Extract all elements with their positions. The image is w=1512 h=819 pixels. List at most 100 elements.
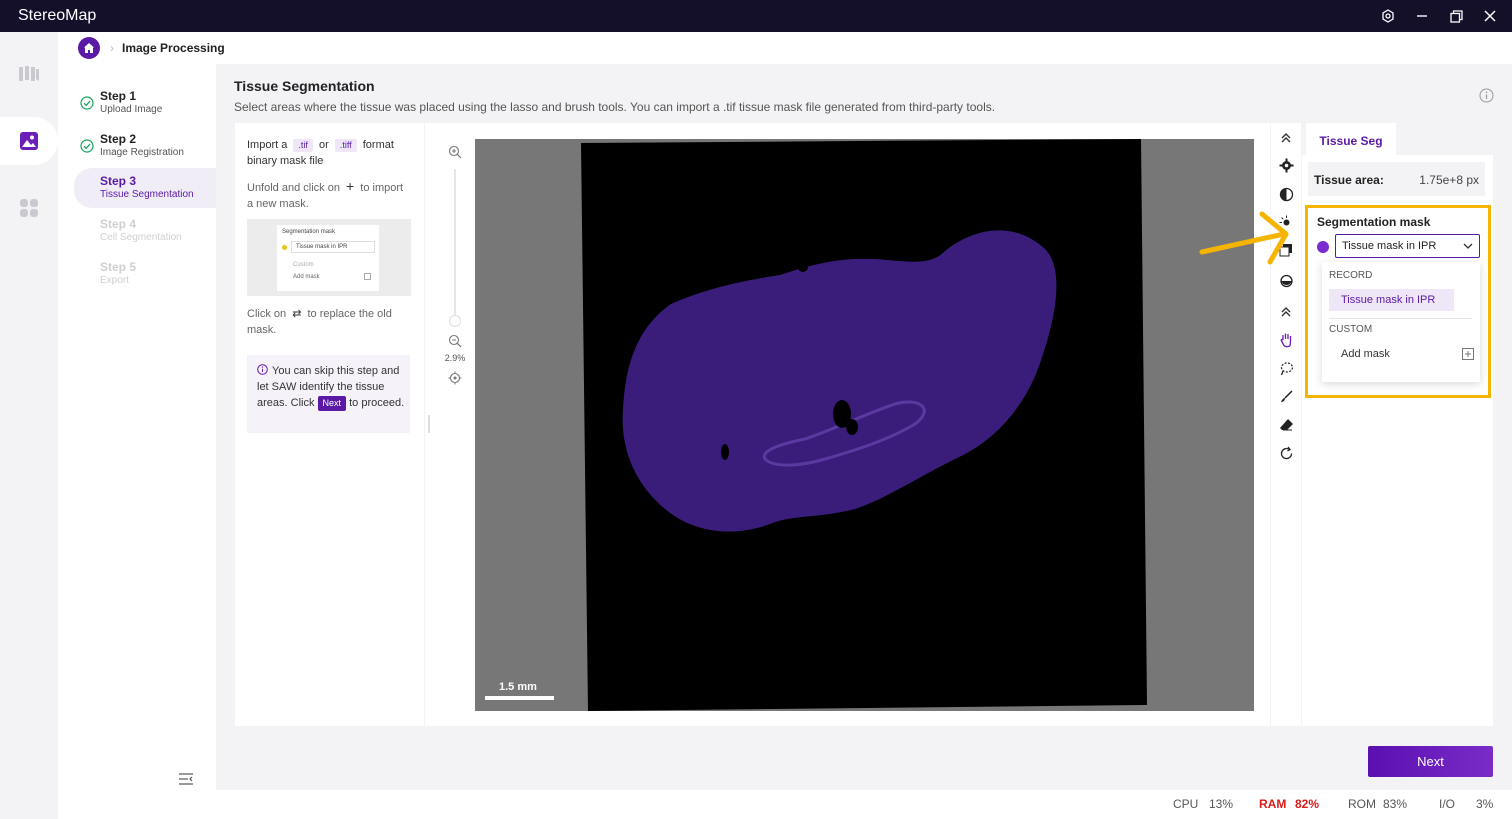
dropdown-divider: [1329, 318, 1472, 319]
step-title: Step 2: [100, 132, 137, 146]
minimize-icon[interactable]: [1414, 8, 1430, 24]
info-icon[interactable]: [1479, 88, 1494, 103]
title-bar: StereoMap: [0, 0, 1512, 32]
breadcrumb: › Image Processing: [58, 32, 1512, 64]
recenter-icon[interactable]: [448, 371, 462, 385]
reset-icon[interactable]: [1277, 444, 1295, 462]
page-title: Tissue Segmentation: [234, 78, 375, 94]
record-section-label: RECORD: [1329, 270, 1373, 281]
mini-add-icon: [364, 273, 371, 280]
rail-image-processing-icon[interactable]: [0, 117, 58, 165]
step-5: Step 5 Export: [74, 257, 216, 295]
contrast-icon[interactable]: [1277, 185, 1295, 203]
pan-hand-icon[interactable]: [1277, 331, 1295, 349]
step-1[interactable]: Step 1 Upload Image: [74, 86, 216, 124]
mask-color-dot[interactable]: [1317, 241, 1329, 253]
step-4: Step 4 Cell Segmentation: [74, 214, 216, 252]
mask-select-value: Tissue mask in IPR: [1342, 240, 1437, 252]
lasso-icon[interactable]: [1277, 359, 1295, 377]
settings-gear-icon[interactable]: [1277, 156, 1295, 174]
mask-select[interactable]: Tissue mask in IPR: [1335, 234, 1480, 258]
replace-line2: mask.: [247, 324, 277, 336]
collapse-up-icon-2[interactable]: [1277, 303, 1295, 321]
breadcrumb-separator: ›: [110, 41, 114, 55]
tip-text: You can skip this step and let SAW ident…: [257, 363, 405, 411]
cpu-value: 13%: [1209, 797, 1234, 811]
tissue-area-label: Tissue area:: [1314, 173, 1384, 187]
left-rail: [0, 32, 58, 819]
mini-dot: [282, 245, 287, 250]
binary-line: binary mask file: [247, 155, 324, 167]
zoom-level: 2.9%: [444, 353, 466, 363]
io-value: 3%: [1476, 797, 1494, 811]
zoom-slider-handle[interactable]: [449, 315, 461, 327]
add-mask-option[interactable]: Add mask: [1341, 348, 1390, 360]
scale-bar: [485, 696, 554, 700]
mini-custom: Custom: [293, 262, 314, 268]
zoom-in-icon[interactable]: [448, 145, 462, 159]
step-subtitle: Image Registration: [100, 147, 184, 158]
add-mask-icon[interactable]: [1462, 348, 1474, 360]
rail-apps-icon[interactable]: [0, 184, 58, 232]
tif-tag: .tif: [293, 139, 313, 152]
tab-bar: Tissue Seg: [1302, 123, 1493, 155]
rom-value: 83%: [1383, 797, 1408, 811]
unfold-line2: a new mask.: [247, 198, 309, 210]
zoom-out-icon[interactable]: [448, 334, 462, 348]
settings-icon[interactable]: [1380, 8, 1396, 24]
app-title: StereoMap: [18, 7, 97, 24]
mask-dropdown: RECORD Tissue mask in IPR CUSTOM Add mas…: [1322, 262, 1480, 382]
page-description: Select areas where the tissue was placed…: [234, 100, 996, 114]
status-bar: CPU 13% RAM 82% ROM 83% I/O 3%: [58, 790, 1512, 819]
replace-suffix: to replace the old: [307, 308, 392, 320]
restore-icon[interactable]: [1448, 8, 1464, 24]
segmentation-mask-title: Segmentation mask: [1317, 215, 1431, 229]
replace-instruction: Click on ⇄ to replace the old mask.: [247, 306, 415, 338]
home-icon[interactable]: [78, 37, 100, 59]
mask-option-record[interactable]: Tissue mask in IPR: [1329, 289, 1454, 311]
next-button[interactable]: Next: [1368, 746, 1493, 777]
collapse-up-icon[interactable]: [1277, 129, 1295, 147]
ram-label: RAM: [1259, 797, 1287, 811]
import-prefix: Import a: [247, 139, 288, 151]
zoom-slider-track[interactable]: [454, 169, 456, 319]
check-circle-icon: [80, 96, 94, 110]
step-title: Step 1: [100, 89, 137, 103]
close-icon[interactable]: [1482, 8, 1498, 24]
step-subtitle: Upload Image: [100, 104, 163, 115]
cpu-label: CPU: [1173, 797, 1199, 811]
step-3[interactable]: Step 3 Tissue Segmentation: [74, 168, 216, 208]
collapse-sidebar-icon[interactable]: [178, 772, 194, 786]
tip-next-chip: Next: [317, 396, 347, 411]
mini-add: Add mask: [293, 274, 320, 280]
unfold-prefix: Unfold and click on: [247, 182, 340, 194]
check-circle-icon: [80, 139, 94, 153]
page-header: Tissue Segmentation Select areas where t…: [216, 64, 1512, 122]
tiff-tag: .tiff: [334, 139, 357, 152]
info-icon: [257, 364, 268, 375]
mask-preview-image: Segmentation mask Tissue mask in IPR Cus…: [247, 219, 411, 296]
panel-splitter[interactable]: [428, 415, 430, 433]
step-2[interactable]: Step 2 Image Registration: [74, 129, 216, 167]
eraser-icon[interactable]: [1277, 415, 1295, 433]
tab-tissue-seg[interactable]: Tissue Seg: [1306, 123, 1396, 155]
mini-dropdown-card: Segmentation mask Tissue mask in IPR Cus…: [277, 225, 379, 291]
mini-select: Tissue mask in IPR: [291, 241, 375, 253]
step-subtitle: Cell Segmentation: [100, 232, 182, 243]
step-subtitle: Export: [100, 275, 129, 286]
breadcrumb-current: Image Processing: [122, 41, 225, 55]
segmentation-mask-section: Segmentation mask Tissue mask in IPR REC…: [1305, 205, 1491, 398]
step-title: Step 3: [100, 174, 137, 188]
chevron-down-icon: [1463, 243, 1473, 249]
mini-title: Segmentation mask: [282, 229, 336, 235]
opacity-drop-icon[interactable]: [1277, 271, 1295, 289]
tissue-image[interactable]: 1.5 mm: [475, 139, 1254, 711]
brush-icon[interactable]: [1277, 387, 1295, 405]
rail-map-icon[interactable]: [0, 50, 58, 98]
image-viewer[interactable]: 2.9% 1.5 mm: [425, 123, 1270, 726]
tissue-image-canvas: [581, 139, 1147, 711]
tissue-area-value: 1.75e+8 px: [1419, 173, 1479, 187]
scale-bar-label: 1.5 mm: [499, 681, 537, 693]
steps-sidebar: Step 1 Upload Image Step 2 Image Registr…: [58, 64, 216, 790]
io-label: I/O: [1439, 797, 1456, 811]
